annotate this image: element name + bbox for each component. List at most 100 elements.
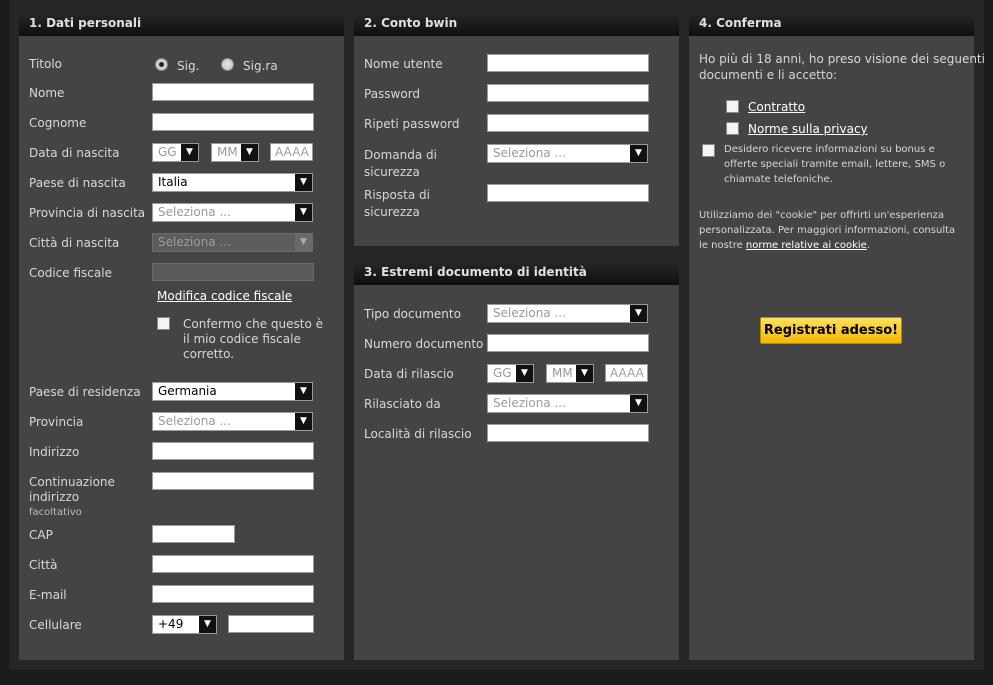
tipo-documento-select[interactable]: Seleziona ... ▼ <box>487 304 648 323</box>
panel-title: 4. Conferma <box>689 10 974 36</box>
modifica-codice-fiscale-link[interactable]: Modifica codice fiscale <box>157 289 292 303</box>
cognome-input[interactable] <box>152 113 314 131</box>
cap-input[interactable] <box>152 525 235 543</box>
day-value: GG <box>493 366 512 380</box>
newsletter-checkbox[interactable] <box>702 144 715 157</box>
provincia-nascita-label: Provincia di nascita <box>29 206 146 220</box>
intro-line-2: documenti e li accetto: <box>699 68 838 82</box>
newsletter-line-2: offerte speciali tramite email, lettere,… <box>724 159 946 170</box>
conferma-cf-text: Confermo che questo è il mio codice fisc… <box>183 317 323 362</box>
ripeti-password-input[interactable] <box>487 114 649 132</box>
titolo-label: Titolo <box>29 57 63 71</box>
risposta-line-2: sicurezza <box>364 205 420 219</box>
provincia-select[interactable]: Seleziona ... ▼ <box>152 412 313 431</box>
rilasciato-da-value: Seleziona ... <box>493 396 566 410</box>
rilascio-year-input[interactable]: AAAA <box>605 364 648 382</box>
rilascio-day-select[interactable]: GG ▼ <box>487 364 534 383</box>
cookie-line-1: Utilizziamo dei "cookie" per offrirti un… <box>699 210 945 221</box>
provincia-value: Seleziona ... <box>158 414 231 428</box>
password-label: Password <box>364 87 421 101</box>
citta-input[interactable] <box>152 555 314 573</box>
newsletter-text: Desidero ricevere informazioni su bonus … <box>724 142 945 187</box>
nome-utente-input[interactable] <box>487 54 649 72</box>
provincia-label: Provincia <box>29 415 84 429</box>
domanda-value: Seleziona ... <box>493 146 566 160</box>
conferma-line-1: Confermo che questo è <box>183 317 324 331</box>
day-value: GG <box>158 145 177 159</box>
nome-utente-label: Nome utente <box>364 57 443 71</box>
contratto-checkbox[interactable] <box>726 100 739 113</box>
chevron-down-icon: ▼ <box>295 413 312 430</box>
cookie-post: . <box>866 240 871 251</box>
paese-nascita-select[interactable]: Italia ▼ <box>152 173 313 192</box>
domanda-sicurezza-select[interactable]: Seleziona ... ▼ <box>487 144 648 163</box>
cookie-line-3: le nostre norme relative ai cookie. <box>699 238 955 253</box>
nome-label: Nome <box>29 86 65 100</box>
citta-nascita-label: Città di nascita <box>29 236 120 250</box>
prefisso-select[interactable]: +49 ▼ <box>152 615 217 634</box>
radio-sig[interactable] <box>155 58 168 71</box>
cellulare-input[interactable] <box>228 615 314 633</box>
tipo-documento-value: Seleziona ... <box>493 306 566 320</box>
contratto-link[interactable]: Contratto <box>748 100 805 114</box>
email-label: E-mail <box>29 588 67 602</box>
provincia-nascita-value: Seleziona ... <box>158 205 231 219</box>
cookie-line-2: personalizzata. Per maggiori informazion… <box>699 225 956 236</box>
citta-nascita-select[interactable]: Seleziona ... ▼ <box>152 233 313 252</box>
privacy-link[interactable]: Norme sulla privacy <box>748 122 868 136</box>
prefisso-value: +49 <box>158 617 184 631</box>
codice-fiscale-label: Codice fiscale <box>29 266 112 280</box>
continuazione-input[interactable] <box>152 472 314 490</box>
citta-nascita-value: Seleziona ... <box>158 235 231 249</box>
rilasciato-da-label: Rilasciato da <box>364 397 441 411</box>
chevron-down-icon: ▼ <box>295 174 312 191</box>
risposta-line-1: Risposta di <box>364 188 430 202</box>
nascita-month-select[interactable]: MM ▼ <box>211 143 259 162</box>
data-nascita-label: Data di nascita <box>29 146 120 160</box>
localita-rilascio-input[interactable] <box>487 424 649 442</box>
privacy-checkbox[interactable] <box>726 122 739 135</box>
paese-residenza-label: Paese di residenza <box>29 385 141 399</box>
provincia-nascita-select[interactable]: Seleziona ... ▼ <box>152 203 313 222</box>
newsletter-line-1: Desidero ricevere informazioni su bonus … <box>724 144 935 155</box>
rilasciato-da-select[interactable]: Seleziona ... ▼ <box>487 394 648 413</box>
ripeti-password-label: Ripeti password <box>364 117 460 131</box>
email-input[interactable] <box>152 585 314 603</box>
chevron-down-icon: ▼ <box>295 204 312 221</box>
domanda-line-1: Domanda di <box>364 148 437 162</box>
conferma-line-3: corretto. <box>183 347 235 361</box>
nome-input[interactable] <box>152 83 314 101</box>
cookie-policy-link[interactable]: norme relative ai cookie <box>746 240 867 251</box>
nascita-year-input[interactable]: AAAA <box>270 143 313 161</box>
radio-sigra[interactable] <box>221 58 234 71</box>
cookie-pre: le nostre <box>699 240 746 251</box>
rilascio-month-select[interactable]: MM ▼ <box>546 364 594 383</box>
data-rilascio-label: Data di rilascio <box>364 367 454 381</box>
continuazione-line-2: indirizzo <box>29 490 80 504</box>
domanda-line-2: sicurezza <box>364 165 420 179</box>
continuazione-line-1: Continuazione <box>29 475 115 489</box>
nascita-day-select[interactable]: GG ▼ <box>152 143 199 162</box>
continuazione-label: Continuazione indirizzo facoltativo <box>29 475 115 520</box>
paese-nascita-value: Italia <box>158 175 188 189</box>
radio-sig-label: Sig. <box>177 59 200 73</box>
risposta-sicurezza-input[interactable] <box>487 184 649 202</box>
month-value: MM <box>552 366 573 380</box>
codice-fiscale-input[interactable] <box>152 263 314 281</box>
chevron-down-icon: ▼ <box>516 365 533 382</box>
chevron-down-icon: ▼ <box>181 144 198 161</box>
paese-residenza-select[interactable]: Germania ▼ <box>152 382 313 401</box>
chevron-down-icon: ▼ <box>630 145 647 162</box>
numero-documento-input[interactable] <box>487 334 649 352</box>
radio-sigra-label: Sig.ra <box>243 59 278 73</box>
localita-rilascio-label: Località di rilascio <box>364 427 472 441</box>
indirizzo-label: Indirizzo <box>29 445 80 459</box>
paese-nascita-label: Paese di nascita <box>29 176 126 190</box>
password-input[interactable] <box>487 84 649 102</box>
citta-label: Città <box>29 558 58 572</box>
chevron-down-icon: ▼ <box>630 395 647 412</box>
register-button[interactable]: Registrati adesso! <box>760 317 902 344</box>
tipo-documento-label: Tipo documento <box>364 307 461 321</box>
conferma-cf-checkbox[interactable] <box>157 317 170 330</box>
indirizzo-input[interactable] <box>152 442 314 460</box>
